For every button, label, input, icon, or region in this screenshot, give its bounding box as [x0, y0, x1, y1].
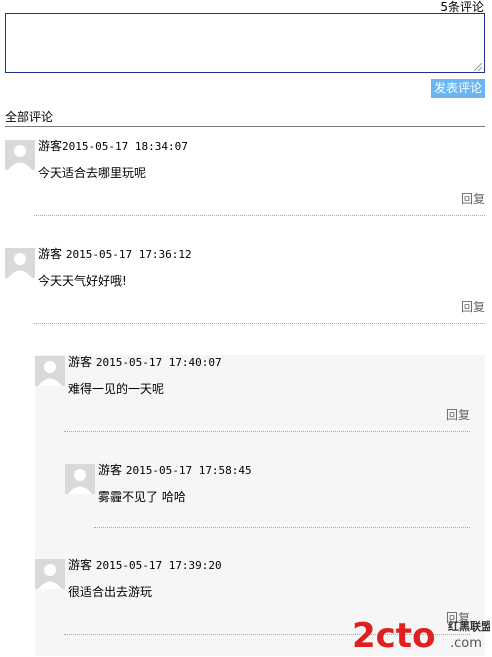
- comment-text: 很适合出去游玩: [68, 585, 153, 599]
- comment-user: 游客: [98, 463, 123, 477]
- comment-count: 5条评论: [440, 0, 484, 14]
- comment-meta: 游客 2015-05-17 17:36:12: [38, 247, 192, 262]
- comment-time: 2015-05-17 17:58:45: [125, 464, 252, 477]
- comment-time: 2015-05-17 17:40:07: [95, 356, 222, 369]
- watermark-logo: 2cto 红黑联盟 .com: [352, 614, 492, 656]
- comment-item: 游客 2015-05-17 17:40:07 难得一见的一天呢 回复: [35, 356, 470, 436]
- comment-divider: [64, 431, 470, 432]
- avatar-icon: [35, 356, 65, 386]
- avatar-icon: [5, 248, 35, 278]
- reply-link[interactable]: 回复: [461, 192, 485, 206]
- watermark-cn: 红黑联盟: [448, 619, 490, 633]
- watermark-brand: 2cto: [352, 616, 435, 654]
- avatar-icon: [65, 464, 95, 494]
- avatar-icon: [35, 559, 65, 589]
- comment-user: 游客: [38, 139, 63, 153]
- reply-link[interactable]: 回复: [446, 408, 470, 422]
- comment-user: 游客: [38, 247, 63, 261]
- comment-user: 游客: [68, 355, 93, 369]
- comment-item: 游客2015-05-17 18:34:07 今天适合去哪里玩呢 回复: [5, 140, 485, 220]
- watermark-suffix: .com: [450, 636, 482, 651]
- comment-divider: [34, 215, 485, 216]
- submit-comment-button[interactable]: 发表评论: [431, 79, 485, 98]
- comment-divider: [34, 323, 485, 324]
- comment-meta: 游客 2015-05-17 17:39:20: [68, 558, 222, 573]
- all-comments-title: 全部评论: [5, 110, 54, 124]
- section-divider: [5, 126, 485, 127]
- avatar-icon: [5, 140, 35, 170]
- comment-text: 今天适合去哪里玩呢: [38, 166, 147, 180]
- comment-meta: 游客 2015-05-17 17:58:45: [98, 463, 252, 478]
- comment-text: 今天天气好好哦!: [38, 274, 127, 288]
- comment-text: 难得一见的一天呢: [68, 382, 165, 396]
- comment-time: 2015-05-17 17:39:20: [95, 559, 222, 572]
- comment-divider: [94, 527, 470, 528]
- comment-item: 游客 2015-05-17 17:58:45 雾霾不见了 哈哈: [65, 464, 470, 534]
- comment-textarea[interactable]: [5, 13, 485, 73]
- comment-user: 游客: [68, 558, 93, 572]
- comment-meta: 游客2015-05-17 18:34:07: [38, 139, 188, 154]
- comment-meta: 游客 2015-05-17 17:40:07: [68, 355, 222, 370]
- comment-item: 游客 2015-05-17 17:36:12 今天天气好好哦! 回复: [5, 248, 485, 328]
- comment-time: 2015-05-17 17:36:12: [65, 248, 192, 261]
- reply-link[interactable]: 回复: [461, 300, 485, 314]
- comment-time: 2015-05-17 18:34:07: [62, 140, 188, 153]
- comment-text: 雾霾不见了 哈哈: [98, 490, 186, 504]
